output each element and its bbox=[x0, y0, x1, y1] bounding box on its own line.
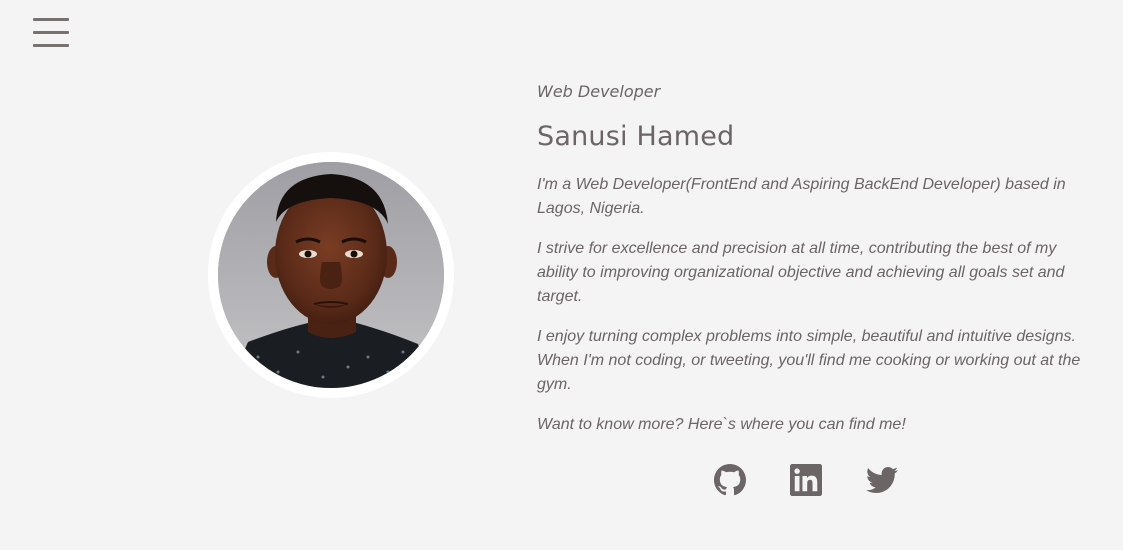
profile-subtitle: Web Developer bbox=[537, 82, 661, 101]
github-icon[interactable] bbox=[714, 464, 746, 496]
menu-line bbox=[33, 31, 69, 34]
social-links bbox=[714, 464, 898, 496]
avatar-photo bbox=[218, 162, 444, 388]
profile-content: Web Developer Sanusi Hamed I'm a Web Dev… bbox=[537, 82, 1097, 453]
bio-paragraph: I'm a Web Developer(FrontEnd and Aspirin… bbox=[537, 176, 1066, 217]
avatar-ring bbox=[208, 152, 454, 398]
bio-paragraph: I enjoy turning complex problems into si… bbox=[537, 328, 1081, 393]
linkedin-icon[interactable] bbox=[790, 464, 822, 496]
menu-line bbox=[33, 18, 69, 21]
avatar bbox=[218, 162, 444, 388]
menu-line bbox=[33, 44, 69, 47]
profile-name: Sanusi Hamed bbox=[537, 121, 735, 152]
bio-paragraph: I strive for excellence and precision at… bbox=[537, 240, 1065, 305]
twitter-icon[interactable] bbox=[866, 464, 898, 496]
profile-bio: I'm a Web Developer(FrontEnd and Aspirin… bbox=[537, 173, 1097, 437]
hamburger-menu-icon[interactable] bbox=[33, 18, 69, 48]
bio-paragraph: Want to know more? Here`s where you can … bbox=[537, 416, 906, 433]
